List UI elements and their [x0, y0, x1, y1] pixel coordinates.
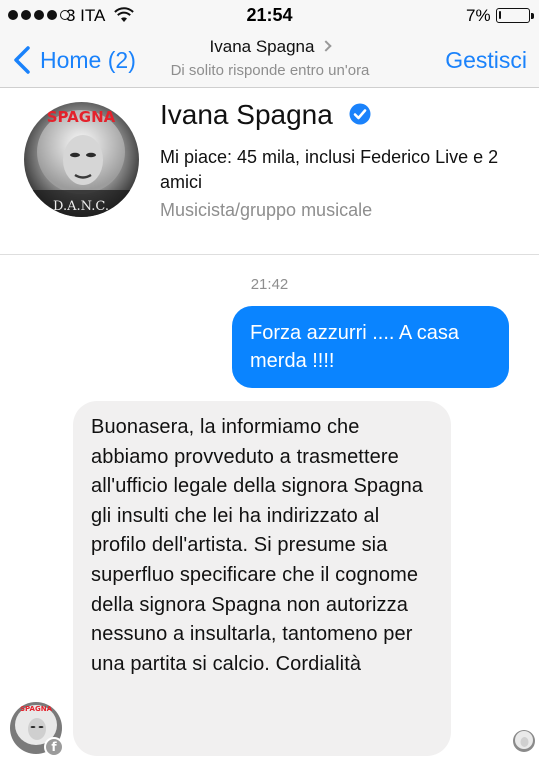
page-category: Musicista/gruppo musicale: [160, 200, 373, 220]
verified-badge-icon: [349, 103, 371, 125]
profile-name-text: Ivana Spagna: [160, 99, 333, 130]
page-profile-header: SPAGNA D.A.N.C. Ivana Spagna Mi piace: 4…: [0, 89, 539, 255]
conversation-title-text: Ivana Spagna: [209, 37, 315, 56]
message-timestamp: 21:42: [250, 276, 289, 293]
battery-percent: 7%: [466, 6, 491, 25]
profile-photo: SPAGNA D.A.N.C.: [24, 102, 139, 217]
back-chevron-icon[interactable]: [10, 45, 36, 75]
avatar[interactable]: SPAGNA D.A.N.C.: [24, 102, 139, 217]
facebook-icon: f: [44, 737, 64, 757]
battery-level: [499, 11, 501, 19]
status-bar: 3 ITA 21:54 7%: [0, 0, 539, 32]
battery-icon: [496, 8, 534, 23]
back-button[interactable]: Home (2): [40, 47, 136, 74]
incoming-message-bubble[interactable]: Buonasera, la informiamo che abbiamo pro…: [73, 401, 451, 756]
read-receipt-avatar: [513, 730, 535, 752]
outgoing-message-bubble[interactable]: Forza azzurri .... A casa merda !!!!: [232, 306, 509, 388]
chevron-right-icon: [320, 40, 333, 52]
message-thread[interactable]: 21:42 Forza azzurri .... A casa merda !!…: [0, 256, 539, 763]
manage-button[interactable]: Gestisci: [445, 47, 527, 74]
avatar-footer-text: D.A.N.C.: [53, 199, 109, 214]
status-time: 21:54: [246, 5, 293, 25]
sender-avatar-logo-text: SPAGNA: [20, 705, 53, 713]
page-likes: Mi piace: 45 mila, inclusi Federico Live…: [160, 147, 499, 192]
avatar-logo-text: SPAGNA: [47, 108, 116, 126]
response-time-subtitle: Di solito risponde entro un'ora: [170, 62, 370, 79]
navigation-bar: Home (2) Ivana Spagna Di solito risponde…: [0, 32, 539, 88]
conversation-title[interactable]: Ivana Spagna: [150, 37, 390, 57]
profile-name[interactable]: Ivana Spagna: [160, 99, 371, 131]
